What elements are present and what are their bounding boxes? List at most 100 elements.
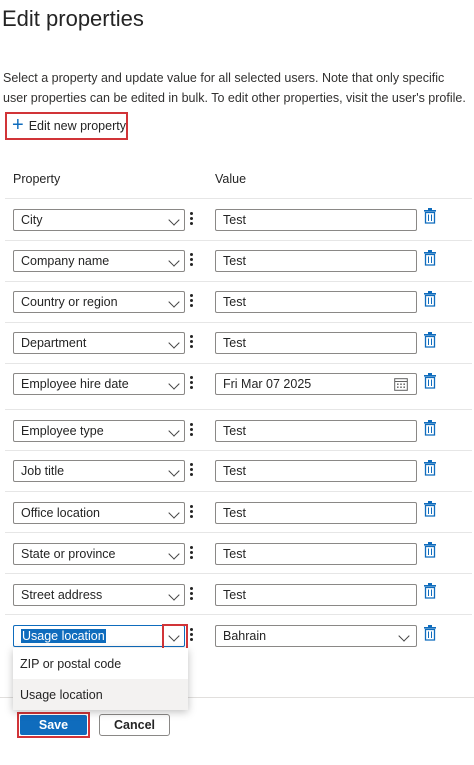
- chevron-down-icon: [168, 296, 180, 308]
- more-options-icon[interactable]: [189, 628, 195, 642]
- chevron-down-icon: [398, 630, 410, 642]
- trash-icon[interactable]: [424, 208, 436, 224]
- trash-icon[interactable]: [424, 373, 436, 389]
- value-input-text: Test: [223, 336, 246, 350]
- value-input[interactable]: Test: [215, 291, 417, 313]
- dropdown-option-zip[interactable]: ZIP or postal code: [13, 648, 188, 679]
- value-input[interactable]: Test: [215, 209, 417, 231]
- divider-line: [5, 573, 472, 574]
- property-select-value: City: [21, 213, 43, 227]
- property-select[interactable]: State or province: [13, 543, 185, 565]
- property-select[interactable]: Office location: [13, 502, 185, 524]
- property-select[interactable]: City: [13, 209, 185, 231]
- property-select-value: Job title: [21, 464, 65, 478]
- more-options-icon[interactable]: [189, 212, 195, 226]
- trash-icon[interactable]: [424, 625, 436, 641]
- date-picker-input[interactable]: Fri Mar 07 2025: [215, 373, 417, 395]
- divider-line: [5, 614, 472, 615]
- trash-icon[interactable]: [424, 291, 436, 307]
- value-column-header: Value: [215, 172, 247, 186]
- chevron-down-icon: [168, 337, 180, 349]
- property-select-value: Employee hire date: [21, 377, 129, 391]
- chevron-down-icon: [168, 548, 180, 560]
- edit-new-property-button[interactable]: + Edit new property: [5, 112, 128, 140]
- chevron-down-icon: [168, 425, 180, 437]
- property-select[interactable]: Employee type: [13, 420, 185, 442]
- chevron-down-icon: [168, 465, 180, 477]
- cancel-button[interactable]: Cancel: [99, 714, 170, 736]
- divider-line: [5, 363, 472, 364]
- trash-icon[interactable]: [424, 542, 436, 558]
- chevron-down-icon: [168, 255, 180, 267]
- property-select-value: Street address: [21, 588, 103, 602]
- value-input-text: Test: [223, 254, 246, 268]
- more-options-icon[interactable]: [189, 294, 195, 308]
- property-select[interactable]: Job title: [13, 460, 185, 482]
- value-input-text: Test: [223, 213, 246, 227]
- more-options-icon[interactable]: [189, 463, 195, 477]
- property-select[interactable]: Employee hire date: [13, 373, 185, 395]
- value-input[interactable]: Test: [215, 460, 417, 482]
- property-select[interactable]: Department: [13, 332, 185, 354]
- more-options-icon[interactable]: [189, 587, 195, 601]
- value-input[interactable]: Test: [215, 584, 417, 606]
- date-picker-value: Fri Mar 07 2025: [223, 377, 312, 391]
- divider-line: [5, 532, 472, 533]
- more-options-icon[interactable]: [189, 376, 195, 390]
- property-dropdown-list: ZIP or postal code Usage location: [13, 648, 188, 710]
- property-select-value: Department: [21, 336, 87, 350]
- property-select-value: Office location: [21, 506, 100, 520]
- dropdown-option-usage-location[interactable]: Usage location: [13, 679, 188, 710]
- chevron-down-icon: [168, 378, 180, 390]
- calendar-icon[interactable]: [394, 377, 408, 391]
- trash-icon[interactable]: [424, 583, 436, 599]
- trash-icon[interactable]: [424, 420, 436, 436]
- property-select-active[interactable]: Usage location: [13, 625, 185, 647]
- save-button[interactable]: Save: [20, 715, 87, 735]
- property-select[interactable]: Street address: [13, 584, 185, 606]
- value-select[interactable]: Bahrain: [215, 625, 417, 647]
- more-options-icon[interactable]: [189, 423, 195, 437]
- value-input-text: Test: [223, 506, 246, 520]
- more-options-icon[interactable]: [189, 546, 195, 560]
- divider-line: [5, 240, 472, 241]
- value-input[interactable]: Test: [215, 420, 417, 442]
- property-select[interactable]: Country or region: [13, 291, 185, 313]
- value-input-text: Test: [223, 424, 246, 438]
- trash-icon[interactable]: [424, 332, 436, 348]
- value-input-text: Test: [223, 464, 246, 478]
- property-select-value: Employee type: [21, 424, 104, 438]
- value-select-text: Bahrain: [223, 629, 267, 643]
- property-column-header: Property: [13, 172, 61, 186]
- property-select-value: Company name: [21, 254, 110, 268]
- save-button-highlight: Save: [17, 712, 90, 738]
- value-input[interactable]: Test: [215, 502, 417, 524]
- divider-line: [5, 450, 472, 451]
- property-select-value: Usage location: [21, 629, 106, 643]
- more-options-icon[interactable]: [189, 505, 195, 519]
- dropdown-toggle-highlight[interactable]: [162, 624, 188, 650]
- trash-icon[interactable]: [424, 460, 436, 476]
- value-input[interactable]: Test: [215, 250, 417, 272]
- trash-icon[interactable]: [424, 501, 436, 517]
- trash-icon[interactable]: [424, 250, 436, 266]
- value-input-text: Test: [223, 295, 246, 309]
- panel-description: Select a property and update value for a…: [3, 71, 466, 105]
- value-input[interactable]: Test: [215, 543, 417, 565]
- more-options-icon[interactable]: [189, 253, 195, 267]
- more-options-icon[interactable]: [189, 335, 195, 349]
- divider-line: [5, 281, 472, 282]
- value-input-text: Test: [223, 547, 246, 561]
- edit-new-property-label: Edit new property: [28, 119, 126, 133]
- chevron-down-icon: [168, 589, 180, 601]
- value-input[interactable]: Test: [215, 332, 417, 354]
- property-select-value: Country or region: [21, 295, 118, 309]
- divider-line: [5, 322, 472, 323]
- panel-title: Edit properties: [2, 6, 144, 31]
- plus-icon: +: [12, 114, 24, 136]
- value-input-text: Test: [223, 588, 246, 602]
- property-select-value: State or province: [21, 547, 116, 561]
- property-select[interactable]: Company name: [13, 250, 185, 272]
- divider-line: [5, 409, 472, 410]
- chevron-down-icon: [168, 214, 180, 226]
